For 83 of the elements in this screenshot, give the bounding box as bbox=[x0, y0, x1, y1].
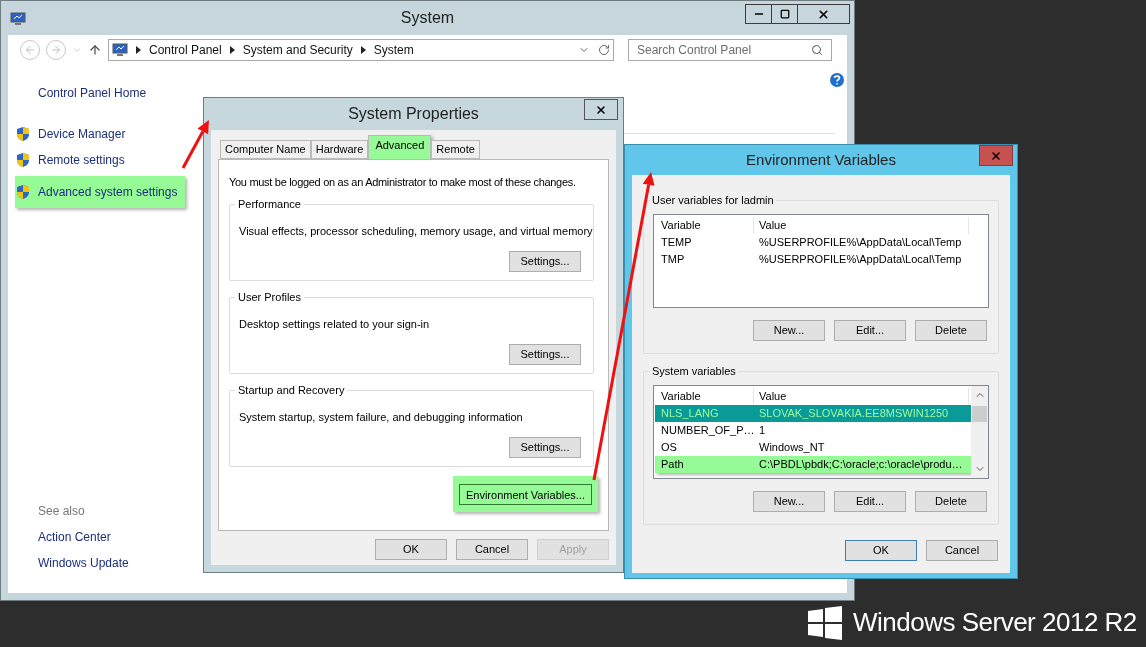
scroll-thumb[interactable] bbox=[972, 406, 987, 422]
push-button[interactable]: Settings... bbox=[509, 343, 581, 365]
shield-icon bbox=[15, 184, 31, 200]
push-button[interactable]: Settings... bbox=[509, 250, 581, 272]
see-also-heading: See also bbox=[38, 503, 86, 520]
group-description: Desktop settings related to your sign-in bbox=[239, 317, 430, 330]
close-button[interactable] bbox=[798, 4, 850, 24]
scrollbar[interactable] bbox=[971, 386, 988, 478]
breadcrumb-arrow-icon bbox=[360, 46, 366, 54]
variable-row[interactable]: NUMBER_OF_P… 1 bbox=[655, 422, 971, 439]
minimize-button[interactable] bbox=[745, 4, 772, 24]
variable-value: %USERPROFILE%\AppData\Local\Temp bbox=[758, 235, 962, 251]
variable-row[interactable]: Path C:\PBDL\pbdk;C:\oracle;c:\oracle\produ… bbox=[655, 456, 971, 473]
maximize-button[interactable] bbox=[772, 4, 798, 24]
search-field[interactable]: Search Control Panel bbox=[637, 41, 811, 59]
variable-row[interactable]: OS Windows_NT bbox=[655, 439, 971, 456]
variable-name: OS bbox=[660, 440, 678, 456]
sidebar-item[interactable]: Device Manager bbox=[15, 124, 134, 144]
breadcrumb-arrow-icon bbox=[229, 46, 235, 54]
admin-notice: You must be logged on as an Administrator to make most of these changes. bbox=[229, 175, 576, 190]
close-icon bbox=[595, 103, 607, 116]
forward-icon bbox=[50, 44, 62, 56]
push-button[interactable]: Cancel bbox=[926, 540, 998, 561]
push-button[interactable]: OK bbox=[375, 539, 447, 560]
windows-logo-icon bbox=[808, 605, 842, 640]
dialog-title: Environment Variables bbox=[746, 149, 896, 170]
up-icon[interactable] bbox=[88, 43, 102, 57]
help-icon bbox=[833, 75, 841, 85]
address-bar[interactable]: Control Panel System and Security System bbox=[108, 39, 614, 61]
variable-row[interactable]: TMP %USERPROFILE%\AppData\Local\Temp bbox=[655, 251, 988, 268]
help-button[interactable] bbox=[830, 73, 844, 87]
close-button[interactable] bbox=[584, 99, 618, 120]
tab[interactable]: Computer Name bbox=[220, 140, 311, 159]
variable-value: %USERPROFILE%\AppData\Local\Temp bbox=[758, 252, 962, 268]
computer-icon bbox=[10, 12, 26, 26]
variable-value: 1 bbox=[758, 423, 766, 439]
computer-icon bbox=[112, 43, 128, 57]
breadcrumb-item[interactable]: System and Security bbox=[242, 41, 353, 59]
brand-text: Windows Server 2012 R2 bbox=[853, 606, 1137, 639]
maximize-icon bbox=[779, 9, 790, 19]
push-button[interactable]: Edit... bbox=[834, 491, 906, 512]
breadcrumb-item[interactable]: Control Panel bbox=[149, 41, 222, 59]
recent-pages-icon bbox=[72, 45, 82, 55]
sidebar-link[interactable]: Control Panel Home bbox=[15, 84, 208, 102]
variable-name: TMP bbox=[660, 252, 686, 268]
environment-variables-button[interactable]: Environment Variables... bbox=[458, 484, 592, 506]
push-button[interactable]: Cancel bbox=[456, 539, 528, 560]
search-box[interactable]: Search Control Panel bbox=[628, 39, 832, 61]
dialog-title: System Properties bbox=[348, 104, 479, 124]
variable-name: NLS_LANG bbox=[660, 406, 720, 422]
shield-icon bbox=[15, 152, 31, 168]
close-icon bbox=[817, 7, 830, 21]
variable-name: NUMBER_OF_P… bbox=[660, 423, 754, 439]
column-header[interactable]: Value bbox=[754, 217, 969, 234]
variable-name: Path bbox=[660, 457, 685, 473]
push-button[interactable]: OK bbox=[845, 540, 917, 561]
group-description: Visual effects, processor scheduling, memory usage, and virtual memory bbox=[239, 224, 593, 237]
tab[interactable]: Hardware bbox=[310, 140, 369, 159]
push-button[interactable]: Settings... bbox=[509, 436, 581, 458]
variable-value: C:\PBDL\pbdk;C:\oracle;c:\oracle\produ… bbox=[758, 457, 963, 473]
back-icon bbox=[24, 44, 36, 56]
close-icon bbox=[990, 149, 1002, 162]
push-button[interactable]: Edit... bbox=[834, 320, 906, 341]
breadcrumb-item[interactable]: System bbox=[373, 41, 414, 59]
window-title: System bbox=[400, 8, 455, 28]
shield-icon bbox=[15, 126, 31, 142]
breadcrumb-arrow-icon bbox=[136, 46, 141, 54]
group-description: System startup, system failure, and debugging information bbox=[239, 410, 523, 423]
push-button[interactable]: New... bbox=[753, 491, 825, 512]
sidebar-item[interactable]: Advanced system settings bbox=[15, 176, 186, 208]
variable-name: TEMP bbox=[660, 235, 693, 251]
annotation-arrow bbox=[181, 120, 209, 169]
push-button[interactable]: Delete bbox=[915, 320, 987, 341]
variable-row[interactable]: TEMP %USERPROFILE%\AppData\Local\Temp bbox=[655, 234, 988, 251]
refresh-icon[interactable] bbox=[598, 44, 610, 56]
tab[interactable]: Advanced bbox=[368, 135, 432, 159]
tab[interactable]: Remote bbox=[431, 140, 480, 159]
sidebar-item[interactable]: Remote settings bbox=[15, 150, 133, 170]
search-icon bbox=[811, 44, 823, 56]
variable-value: Windows_NT bbox=[758, 440, 825, 456]
variable-value: SLOVAK_SLOVAKIA.EE8MSWIN1250 bbox=[758, 406, 949, 422]
push-button[interactable]: New... bbox=[753, 320, 825, 341]
push-button[interactable]: Delete bbox=[915, 491, 987, 512]
